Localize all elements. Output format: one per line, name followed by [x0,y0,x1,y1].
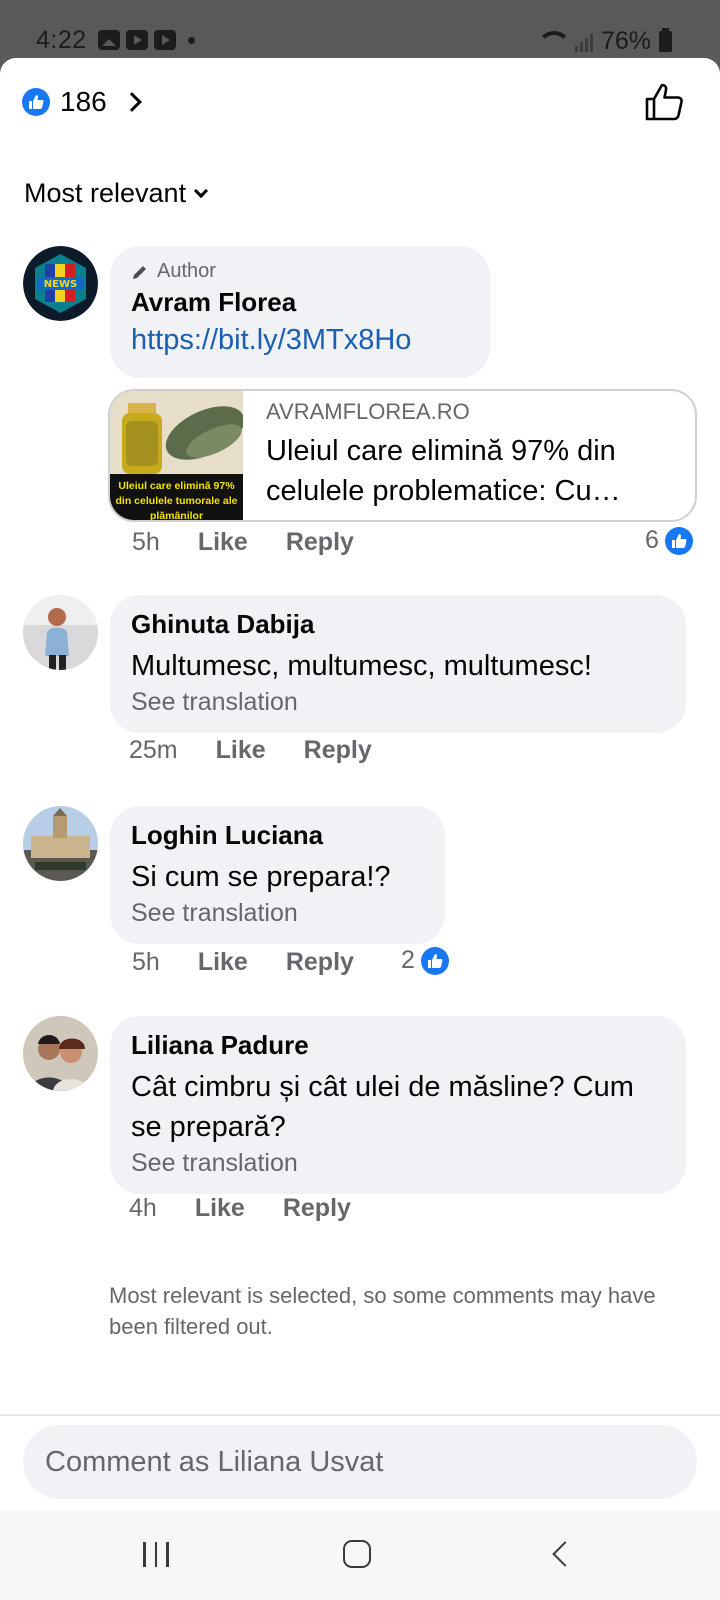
avatar-loghin-luciana[interactable] [23,806,98,881]
reply-button[interactable]: Reply [286,528,354,557]
see-translation-link[interactable]: See translation [131,899,423,928]
comment-input-placeholder: Comment as Liliana Usvat [45,1445,384,1478]
reactions-summary[interactable]: 186 [22,86,142,118]
avatar-ghinuta-dabija[interactable] [23,595,98,670]
comment-text: Cât cimbru și cât ulei de măsline? Cum s… [131,1071,634,1143]
comment-reaction-count: 2 [401,946,415,974]
sort-label: Most relevant [24,178,187,208]
more-notifications-dot-icon [188,36,195,44]
battery-percent: 76% [600,27,651,55]
chevron-down-icon [194,183,209,198]
like-comment-button[interactable]: Like [198,948,248,977]
comment-bubble[interactable]: Author Avram Florea https://bit.ly/3MTx8… [110,246,490,378]
comment-author-name[interactable]: Avram Florea [131,287,468,318]
comment-actions: 25m Like Reply [129,736,410,765]
reply-button[interactable]: Reply [286,948,354,977]
status-time: 4:22 [36,26,87,54]
like-reaction-icon [420,946,449,975]
youtube-notification-icon [126,30,148,50]
comment-text: Si cum se prepara!? [131,861,391,893]
like-reaction-icon [22,88,50,116]
comment-link[interactable]: https://bit.ly/3MTx8Ho [131,324,468,357]
comments-sheet: 186 Most relevant NEWS Author Avram Flor… [0,58,720,1510]
thumbs-up-icon [645,83,683,121]
like-comment-button[interactable]: Like [216,736,266,765]
comment-author-name[interactable]: Loghin Luciana [131,820,423,851]
like-reaction-icon [664,526,693,555]
sort-dropdown[interactable]: Most relevant [24,178,209,209]
like-post-button[interactable] [644,82,684,127]
comment-reactions[interactable]: 6 [645,526,693,555]
comment-actions: 5h Like Reply [132,948,392,977]
gallery-notification-icon [98,30,120,50]
comment-text: Multumesc, multumesc, multumesc! [131,650,592,682]
like-comment-button[interactable]: Like [195,1194,245,1223]
reply-button[interactable]: Reply [283,1194,351,1223]
youtube-notification-icon-2 [154,30,176,50]
comment-bubble[interactable]: Ghinuta Dabija Multumesc, multumesc, mul… [110,595,686,733]
comment-author-name[interactable]: Ghinuta Dabija [131,609,664,640]
like-comment-button[interactable]: Like [198,528,248,557]
signal-icon [574,32,593,52]
comment-reactions[interactable]: 2 [401,946,449,975]
comment-actions: 4h Like Reply [129,1194,389,1223]
avatar-liliana-padure[interactable] [23,1016,98,1091]
comment-actions: 5h Like Reply [132,528,392,557]
system-indicators: 76% [536,27,672,56]
svg-text:NEWS: NEWS [44,279,77,290]
filter-note: Most relevant is selected, so some comme… [109,1283,656,1339]
comment-bubble[interactable]: Loghin Luciana Si cum se prepara!? See t… [110,806,445,944]
comment-reaction-count: 6 [645,526,659,554]
comment-author-name[interactable]: Liliana Padure [131,1030,664,1061]
system-navigation-bar [0,1510,720,1600]
comment-time: 5h [132,528,160,556]
link-preview-thumbnail: Uleiul care elimină 97% din celulele tum… [110,391,243,520]
author-badge-label: Author [157,260,216,282]
author-badge: Author [131,260,468,283]
reply-button[interactable]: Reply [304,736,372,765]
see-translation-link[interactable]: See translation [131,1149,664,1178]
battery-icon [659,28,672,52]
composer-divider [0,1414,720,1416]
status-bar: 4:22 76% [0,0,720,58]
link-preview-domain: AVRAMFLOREA.RO [266,399,470,424]
back-icon[interactable] [552,1541,578,1567]
notification-icons [98,30,195,50]
thumbnail-caption: Uleiul care elimină 97% din celulele tum… [110,474,243,520]
comment-input[interactable]: Comment as Liliana Usvat [23,1425,697,1499]
recent-apps-icon[interactable] [143,1542,169,1567]
comment-time: 25m [129,736,178,764]
comment-time: 4h [129,1194,157,1222]
comment-bubble[interactable]: Liliana Padure Cât cimbru și cât ulei de… [110,1016,686,1194]
see-translation-link[interactable]: See translation [131,688,664,717]
link-preview-card[interactable]: Uleiul care elimină 97% din celulele tum… [108,389,697,522]
reactions-count: 186 [60,86,107,117]
pencil-icon [133,265,146,279]
avatar-avram-florea[interactable]: NEWS [23,246,98,321]
link-preview-title: Uleiul care elimină 97% din celulele pro… [266,435,621,507]
wifi-icon [536,30,571,53]
chevron-right-icon [121,92,142,112]
home-icon[interactable] [343,1540,371,1568]
comment-time: 5h [132,948,160,976]
